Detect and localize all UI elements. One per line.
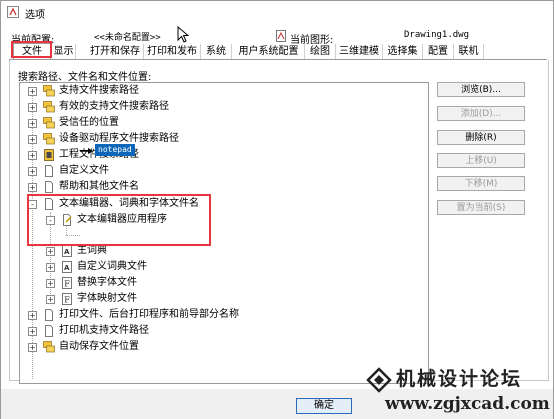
expand-toggle[interactable]: +	[46, 247, 55, 256]
tree-item[interactable]: + 受信任的位置	[20, 115, 420, 131]
tab-online[interactable]: 联机	[454, 44, 484, 59]
dialog-title: 选项	[25, 10, 45, 21]
tree-item[interactable]: + 设备驱动程序文件搜索路径	[20, 131, 420, 147]
tree-item[interactable]: + 帮助和其他文件名	[20, 179, 420, 195]
svg-text:A: A	[64, 264, 70, 272]
folder-stack-icon	[43, 133, 55, 145]
tree-item-label: 自定义词典文件	[77, 261, 147, 272]
expand-toggle[interactable]: +	[28, 183, 37, 192]
svg-text:F: F	[64, 296, 70, 305]
watermark-brand: 机械设计论坛	[396, 368, 523, 390]
move-up-button[interactable]: 上移(U)	[437, 153, 525, 168]
tree-item-label: 帮助和其他文件名	[59, 181, 139, 192]
tree-item-label: 有效的支持文件搜索路径	[59, 101, 169, 112]
expand-toggle[interactable]: +	[46, 263, 55, 272]
document-icon	[45, 325, 53, 337]
remove-button[interactable]: 删除(R)	[437, 130, 525, 145]
expand-toggle[interactable]: +	[28, 167, 37, 176]
dictionary-icon: A	[62, 261, 72, 273]
folder-stack-icon	[43, 117, 55, 129]
ok-button[interactable]: 确定	[296, 398, 352, 414]
tab-plot-publish[interactable]: 打印和发布	[144, 44, 201, 59]
expand-toggle[interactable]: +	[28, 87, 37, 96]
document-icon	[45, 309, 53, 321]
mouse-cursor-icon	[177, 26, 190, 43]
search-paths-label: 搜索路径、文件名和文件位置:	[18, 72, 152, 83]
tree-item-label: 打印机支持文件路径	[59, 325, 149, 336]
document-icon	[45, 181, 53, 193]
tab-open-save[interactable]: 打开和保存	[87, 44, 144, 59]
expand-toggle[interactable]: +	[28, 343, 37, 352]
expand-toggle[interactable]: +	[46, 279, 55, 288]
tree-item-label: 支持文件搜索路径	[59, 85, 139, 96]
watermark: 机械设计论坛 www.zgjxcad.com	[363, 362, 553, 419]
tree-item-label: 字体映射文件	[77, 293, 137, 304]
move-down-button[interactable]: 下移(M)	[437, 176, 525, 191]
font-icon: F	[62, 277, 72, 289]
tree-item[interactable]: + 自动保存文件位置	[20, 339, 420, 355]
tree-item[interactable]: + A 自定义词典文件	[20, 259, 420, 275]
document-icon	[45, 165, 53, 177]
tree-item[interactable]: + F 字体映射文件	[20, 291, 420, 307]
tree-item[interactable]: + 打印机支持文件路径	[20, 323, 420, 339]
folder-stack-icon	[43, 101, 55, 113]
tree-item-label: 打印文件、后台打印程序和前导部分名称	[59, 309, 239, 320]
svg-text:A: A	[64, 248, 70, 256]
watermark-logo-icon	[366, 367, 392, 393]
dictionary-icon: A	[62, 245, 72, 257]
expand-toggle[interactable]: +	[46, 295, 55, 304]
browse-button[interactable]: 浏览(B)...	[437, 82, 525, 97]
pointer-arrow-icon	[80, 148, 93, 154]
autocad-app-icon	[7, 6, 19, 18]
tree-item-label: 自定义文件	[59, 165, 109, 176]
tree-item[interactable]: + 支持文件搜索路径	[20, 83, 420, 99]
tree-item-label: 替换字体文件	[77, 277, 137, 288]
project-file-icon	[44, 149, 54, 161]
tree-item[interactable]: + 打印文件、后台打印程序和前导部分名称	[20, 307, 420, 323]
font-icon: F	[62, 293, 72, 305]
tree-item[interactable]: + F 替换字体文件	[20, 275, 420, 291]
highlight-box-files-tab	[11, 41, 52, 58]
expand-toggle[interactable]: +	[28, 327, 37, 336]
tab-drafting[interactable]: 绘图	[305, 44, 336, 59]
add-button[interactable]: 添加(D)...	[437, 106, 525, 121]
highlight-box-text-editor	[27, 194, 211, 246]
tab-display[interactable]: 显示	[52, 44, 76, 59]
tab-profiles[interactable]: 配置	[423, 44, 454, 59]
tree-item[interactable]: + 有效的支持文件搜索路径	[20, 99, 420, 115]
expand-toggle[interactable]: +	[28, 135, 37, 144]
expand-toggle[interactable]: +	[28, 103, 37, 112]
tree-item-label: 受信任的位置	[59, 117, 119, 128]
tree-item-label: 自动保存文件位置	[59, 341, 139, 352]
set-current-button[interactable]: 置为当前(S)	[437, 200, 525, 215]
title-bar: 选项	[1, 1, 553, 23]
expand-toggle[interactable]: +	[28, 311, 37, 320]
tab-strip: 文件 显示 打开和保存 打印和发布 系统 用户系统配置 绘图 三维建模 选择集 …	[9, 43, 551, 60]
tab-3d-modeling[interactable]: 三维建模	[336, 44, 383, 59]
tree-item[interactable]: + 自定义文件	[20, 163, 420, 179]
current-drawing-value: Drawing1.dwg	[404, 30, 470, 40]
folder-stack-icon	[43, 341, 55, 353]
folder-stack-icon	[43, 85, 55, 97]
drawing-file-icon	[276, 30, 286, 42]
svg-text:F: F	[64, 280, 70, 289]
tab-system[interactable]: 系统	[201, 44, 232, 59]
expand-toggle[interactable]: +	[28, 119, 37, 128]
tab-user-preferences[interactable]: 用户系统配置	[233, 44, 305, 59]
text-editor-value-selected[interactable]: notepad	[95, 144, 135, 156]
expand-toggle[interactable]: +	[28, 151, 37, 160]
watermark-url: www.zgjxcad.com	[385, 394, 550, 414]
current-profile-value: <<未命名配置>>	[94, 33, 161, 43]
tab-selection[interactable]: 选择集	[383, 44, 423, 59]
